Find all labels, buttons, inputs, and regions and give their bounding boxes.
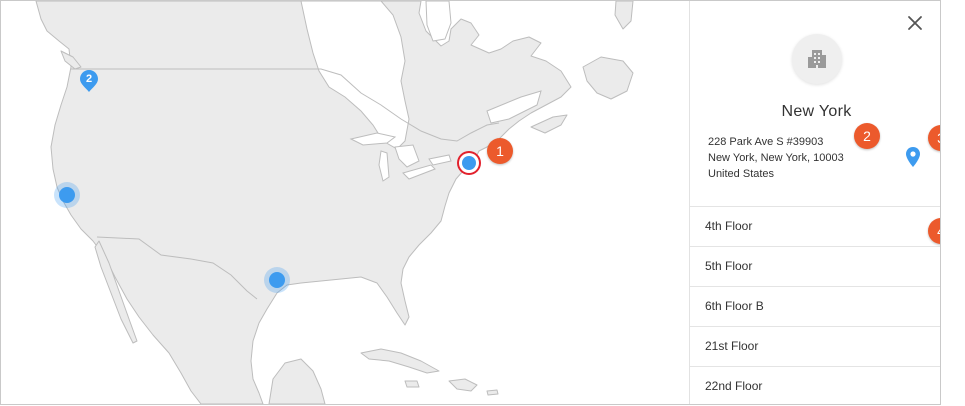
address-line-3: United States [708, 168, 775, 180]
floor-list: 4th Floor 5th Floor 6th Floor B 21st Flo… [690, 206, 940, 404]
location-detail-panel: New York 228 Park Ave S #39903 New York,… [689, 1, 940, 404]
floor-list-item[interactable]: 6th Floor B [690, 287, 940, 327]
floor-list-item[interactable]: 5th Floor [690, 247, 940, 287]
north-america-map [1, 1, 689, 404]
close-button[interactable] [905, 13, 925, 33]
location-marker-houston[interactable] [269, 272, 285, 288]
jamaica [404, 380, 420, 388]
cluster-marker[interactable]: 2 [80, 70, 98, 92]
puerto-rico [486, 389, 499, 396]
app-frame: 2 1 New York 228 Park Ave S #39903 New Y… [0, 0, 941, 405]
location-marker-west-coast[interactable] [59, 187, 75, 203]
building-icon [808, 50, 826, 68]
callout-2: 2 [854, 123, 880, 149]
close-icon [908, 16, 922, 30]
location-avatar [792, 34, 842, 84]
address-line-2: New York, New York, 10003 [708, 152, 844, 164]
cluster-count: 2 [85, 73, 93, 85]
location-title: New York [781, 103, 852, 120]
show-on-map-button[interactable] [906, 147, 920, 167]
floor-list-item[interactable]: 4th Floor [690, 207, 940, 247]
floor-list-item[interactable]: 22nd Floor [690, 367, 940, 404]
callout-1: 1 [487, 138, 513, 164]
floor-list-item[interactable]: 21st Floor [690, 327, 940, 367]
map-view[interactable]: 2 1 [1, 1, 689, 404]
location-pin-icon [906, 147, 920, 167]
location-marker-new-york-selected[interactable] [462, 156, 476, 170]
